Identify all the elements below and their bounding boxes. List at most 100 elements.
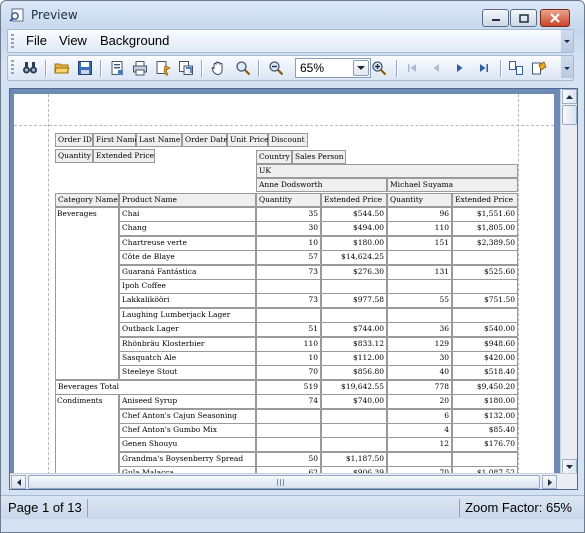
printer-icon [133,61,147,76]
value-cell: 30 [256,221,321,236]
zoom-out-button[interactable] [266,59,286,77]
first-page-button[interactable] [402,59,422,77]
scroll-down-button[interactable] [562,459,577,474]
menu-file[interactable]: File [26,33,47,48]
product-name-cell: Genen Shouyu [119,437,256,452]
value-cell [452,279,518,294]
value-cell: $180.00 [321,236,387,251]
category-total-cell: 519 [256,380,321,395]
chevron-right-icon [547,478,552,486]
preview-window: Preview File View Background 65% Order I… [0,0,585,533]
value-cell: 30 [387,351,452,366]
close-button[interactable] [540,9,570,27]
chevron-down-icon [357,66,365,70]
value-cell [321,308,387,323]
maximize-button[interactable] [510,9,537,27]
value-cell: 36 [387,322,452,337]
value-cell [387,279,452,294]
toolbar-grip[interactable] [11,60,14,74]
title-bar: Preview [1,1,584,29]
product-name-cell: Ipoh Coffee [119,279,256,294]
multiple-pages-button[interactable] [506,59,526,77]
previous-page-icon [433,64,439,72]
horizontal-scrollbar[interactable] [10,473,577,489]
value-cell: 74 [256,394,321,409]
export-button[interactable] [176,59,196,77]
value-cell: 40 [387,365,452,380]
background-color-button[interactable] [529,59,549,77]
scroll-left-button[interactable] [11,475,26,489]
zoom-combobox[interactable]: 65% [295,58,371,78]
hand-tool-button[interactable] [208,59,228,77]
field-header: First Name [93,133,139,147]
last-page-button[interactable] [474,59,494,77]
value-cell: $176.70 [452,437,518,452]
field-header: Order Date [182,133,228,147]
page-setup-icon [111,61,123,75]
vertical-scroll-thumb[interactable] [562,105,577,125]
value-cell: $525.60 [452,265,518,280]
value-cell: $1,551.60 [452,207,518,222]
zoom-in-button[interactable] [369,59,389,77]
product-name-cell: Chef Anton's Cajun Seasoning [119,409,256,424]
scroll-up-button[interactable] [562,89,577,104]
category-total-label: Beverages Total [55,380,256,395]
export-icon [179,61,193,75]
value-cell: 55 [387,293,452,308]
toolbar-overflow-button[interactable] [561,56,573,78]
print-button[interactable] [130,59,150,77]
country-header: UK [256,164,518,178]
toolbar: 65% [7,55,574,81]
zoom-out-icon [269,61,284,76]
chevron-left-icon [16,478,21,486]
value-cell: $112.00 [321,351,387,366]
page-setup-button[interactable] [107,59,127,77]
open-button[interactable] [52,59,72,77]
value-cell: $977.58 [321,293,387,308]
value-cell: 73 [256,293,321,308]
magnifier-button[interactable] [233,59,253,77]
category-total-cell: 778 [387,380,452,395]
product-name-cell: Chef Anton's Gumbo Mix [119,423,256,438]
magnifier-icon [236,61,251,76]
menu-view[interactable]: View [59,33,87,48]
scroll-right-button[interactable] [542,475,557,489]
next-page-button[interactable] [450,59,470,77]
value-cell [452,308,518,323]
field-header: Extended Price [93,149,155,163]
field-header: Quantity [55,149,93,163]
document-view[interactable]: Order ID First Name Last Name Order Date Uni… [9,88,578,490]
horizontal-scroll-thumb[interactable] [28,475,540,489]
value-cell: $744.00 [321,322,387,337]
menu-background[interactable]: Background [100,33,169,48]
value-cell: $2,389.50 [452,236,518,251]
save-button[interactable] [75,59,95,77]
menu-overflow-button[interactable] [561,30,573,52]
value-cell: 110 [387,221,452,236]
minimize-button[interactable] [482,9,509,27]
zoom-dropdown-button[interactable] [353,60,369,76]
menu-grip[interactable] [11,34,14,48]
product-name-cell: Grandma's Boysenberry Spread [119,452,256,467]
first-page-icon [408,64,416,72]
status-separator [459,499,460,517]
value-cell: $751.50 [452,293,518,308]
value-cell: 73 [256,265,321,280]
quick-print-button[interactable] [153,59,173,77]
value-cell: 10 [256,351,321,366]
product-name-cell: Lakkalikööri [119,293,256,308]
vertical-scrollbar[interactable] [560,89,577,474]
product-name-cell: Côte de Blaye [119,250,256,265]
multiple-pages-icon [509,61,523,75]
column-header: Quantity [387,193,452,207]
value-cell [256,279,321,294]
field-header: Order ID [55,133,93,147]
value-cell: 51 [256,322,321,337]
product-name-cell: Chartreuse verte [119,236,256,251]
maximize-icon [518,13,529,23]
value-cell: $1,805.00 [452,221,518,236]
salesperson-header: Michael Suyama [387,178,518,192]
previous-page-button[interactable] [426,59,446,77]
find-button[interactable] [20,59,40,77]
last-page-icon [480,64,488,72]
